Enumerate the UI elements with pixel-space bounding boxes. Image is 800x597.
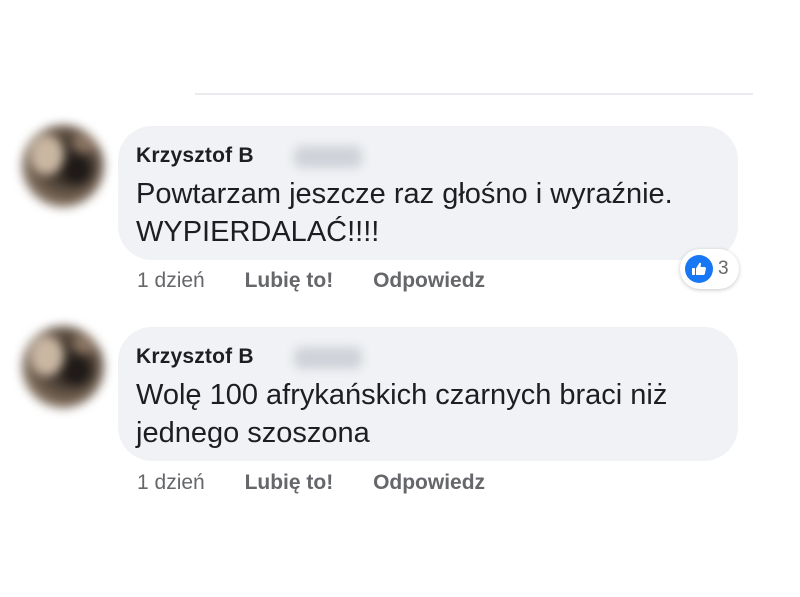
comment-text-line: Powtarzam jeszcze raz głośno i wyraźnie. [136,178,673,210]
reaction-summary[interactable]: 3 [680,249,739,289]
reply-button[interactable]: Odpowiedz [373,269,485,293]
comment-timestamp[interactable]: 1 dzień [137,269,205,293]
comment-actions: 1 dzień Lubię to! Odpowiedz [137,269,485,293]
comment-author[interactable]: Krzysztof B [136,144,254,167]
comment-author[interactable]: Krzysztof B [136,345,254,368]
comment-text-line: WYPIERDALAĆ!!!! [136,216,380,248]
comment-text-line: jednego szoszona [136,417,370,449]
reply-button[interactable]: Odpowiedz [373,471,485,495]
comment-text-line: Wolę 100 afrykańskich czarnych braci niż [136,379,668,411]
comment-timestamp[interactable]: 1 dzień [137,471,205,495]
redacted-surname [294,347,362,369]
reaction-count: 3 [718,258,729,279]
like-button[interactable]: Lubię to! [245,269,334,293]
avatar[interactable] [22,125,104,207]
like-button[interactable]: Lubię to! [245,471,334,495]
comment-actions: 1 dzień Lubię to! Odpowiedz [137,471,485,495]
comment-bubble: Krzysztof B Powtarzam jeszcze raz głośno… [118,126,738,260]
thread-divider [195,93,753,95]
avatar[interactable] [22,326,104,408]
thumbs-up-icon [685,255,713,283]
comment-bubble: Krzysztof B Wolę 100 afrykańskich czarny… [118,327,738,461]
redacted-surname [294,146,362,168]
